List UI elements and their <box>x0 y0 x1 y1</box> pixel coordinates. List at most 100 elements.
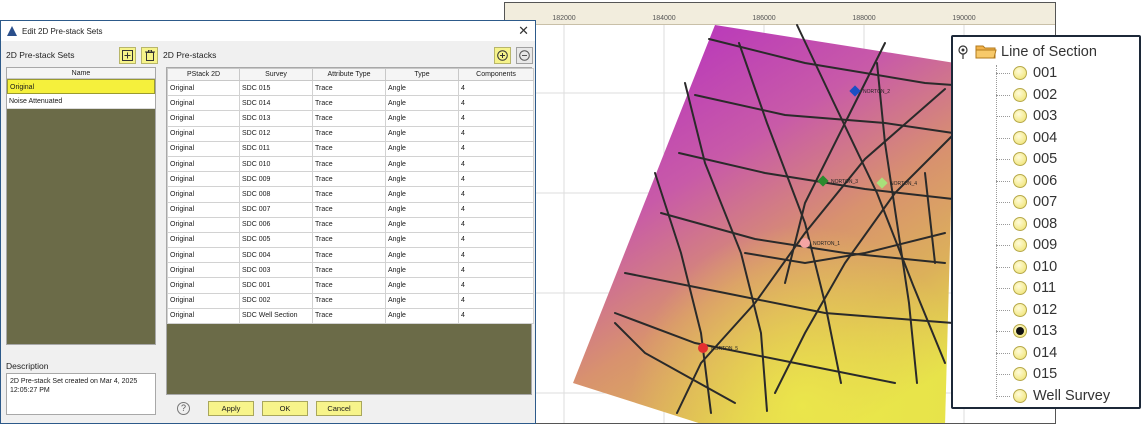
tree-item[interactable]: 006 <box>1013 171 1057 191</box>
table-cell[interactable]: Angle <box>385 155 459 173</box>
column-header[interactable]: Type <box>385 68 459 81</box>
table-cell[interactable]: Angle <box>385 125 459 142</box>
table-cell[interactable]: 4 <box>458 155 534 173</box>
table-cell[interactable]: 4 <box>458 140 534 157</box>
table-cell[interactable]: Original <box>167 216 240 233</box>
tree-item[interactable]: 005 <box>1013 149 1057 169</box>
table-cell[interactable]: Trace <box>312 262 386 279</box>
table-cell[interactable]: 4 <box>458 231 534 249</box>
add-set-button[interactable] <box>119 46 137 64</box>
table-cell[interactable]: SDC 014 <box>239 95 313 112</box>
table-cell[interactable]: Original <box>167 231 240 249</box>
table-cell[interactable]: Angle <box>385 231 459 249</box>
table-cell[interactable]: Trace <box>312 125 386 142</box>
table-row[interactable]: Original SDC 012 Trace Angle 4 <box>167 125 534 142</box>
radio-icon[interactable] <box>1013 195 1027 209</box>
table-cell[interactable]: SDC 015 <box>239 79 313 97</box>
table-cell[interactable]: Angle <box>385 140 459 157</box>
tree-item[interactable]: 013 <box>1013 321 1057 341</box>
table-cell[interactable]: Original <box>167 262 240 279</box>
tree-item[interactable]: 014 <box>1013 343 1057 363</box>
tree-item[interactable]: 015 <box>1013 364 1057 384</box>
tree-root[interactable]: Line of Section <box>957 43 1097 61</box>
table-row[interactable]: Original SDC 013 Trace Angle 4 <box>167 110 534 127</box>
table-cell[interactable]: Trace <box>312 247 386 264</box>
table-cell[interactable]: Original <box>167 307 240 325</box>
tree-item[interactable]: 010 <box>1013 257 1057 277</box>
table-cell[interactable]: Angle <box>385 95 459 112</box>
ok-button[interactable]: OK <box>262 401 308 416</box>
table-cell[interactable]: Original <box>167 292 240 309</box>
table-cell[interactable]: SDC 009 <box>239 171 313 188</box>
table-cell[interactable]: Angle <box>385 201 459 218</box>
table-cell[interactable]: SDC 012 <box>239 125 313 142</box>
add-prestack-button[interactable] <box>494 46 512 64</box>
table-cell[interactable]: SDC 006 <box>239 216 313 233</box>
table-cell[interactable]: 4 <box>458 216 534 233</box>
table-cell[interactable]: Trace <box>312 140 386 157</box>
table-cell[interactable]: Angle <box>385 186 459 203</box>
table-cell[interactable]: Trace <box>312 110 386 127</box>
column-header[interactable]: Survey <box>239 68 313 81</box>
table-row[interactable]: Original SDC 014 Trace Angle 4 <box>167 95 534 112</box>
table-cell[interactable]: Original <box>167 171 240 188</box>
table-row[interactable]: Original SDC 004 Trace Angle 4 <box>167 247 534 264</box>
table-row[interactable]: Original SDC Well Section Trace Angle 4 <box>167 307 534 325</box>
table-cell[interactable]: Angle <box>385 247 459 264</box>
table-cell[interactable]: 4 <box>458 277 534 294</box>
table-cell[interactable]: SDC Well Section <box>239 307 313 325</box>
table-cell[interactable]: SDC 013 <box>239 110 313 127</box>
radio-icon[interactable] <box>1013 109 1027 123</box>
table-cell[interactable]: 4 <box>458 201 534 218</box>
table-cell[interactable]: 4 <box>458 95 534 112</box>
table-cell[interactable]: SDC 001 <box>239 277 313 294</box>
column-header[interactable]: Attribute Type <box>312 68 386 81</box>
table-row[interactable]: Original SDC 015 Trace Angle 4 <box>167 79 534 97</box>
table-cell[interactable]: 4 <box>458 292 534 309</box>
table-cell[interactable]: Original <box>167 201 240 218</box>
table-cell[interactable]: Original <box>167 186 240 203</box>
table-cell[interactable]: 4 <box>458 79 534 97</box>
table-cell[interactable]: Original <box>167 95 240 112</box>
table-cell[interactable]: Original <box>167 110 240 127</box>
tree-item[interactable]: Well Survey <box>1013 386 1110 406</box>
table-cell[interactable]: Trace <box>312 292 386 309</box>
table-cell[interactable]: Angle <box>385 292 459 309</box>
table-row[interactable]: Original SDC 001 Trace Angle 4 <box>167 277 534 294</box>
table-cell[interactable]: 4 <box>458 125 534 142</box>
tree-item[interactable]: 008 <box>1013 214 1057 234</box>
table-cell[interactable]: Original <box>167 79 240 97</box>
close-icon[interactable]: ✕ <box>518 24 529 37</box>
table-cell[interactable]: Angle <box>385 79 459 97</box>
table-cell[interactable]: SDC 005 <box>239 231 313 249</box>
table-cell[interactable]: Trace <box>312 216 386 233</box>
tree-item[interactable]: 001 <box>1013 63 1057 83</box>
radio-icon[interactable] <box>1013 238 1027 252</box>
column-header[interactable]: Components <box>458 68 534 81</box>
table-cell[interactable]: 4 <box>458 171 534 188</box>
radio-icon[interactable] <box>1013 87 1027 102</box>
radio-icon[interactable] <box>1013 302 1027 317</box>
table-row[interactable]: Original SDC 009 Trace Angle 4 <box>167 171 534 188</box>
table-cell[interactable]: Trace <box>312 307 386 325</box>
tree-item[interactable]: 012 <box>1013 300 1057 320</box>
table-cell[interactable]: 4 <box>458 247 534 264</box>
table-row[interactable]: Original SDC 006 Trace Angle 4 <box>167 216 534 233</box>
table-cell[interactable]: Angle <box>385 307 459 325</box>
table-cell[interactable]: SDC 010 <box>239 155 313 173</box>
table-row[interactable]: Original SDC 007 Trace Angle 4 <box>167 201 534 218</box>
table-cell[interactable]: Original <box>167 155 240 173</box>
table-cell[interactable]: Trace <box>312 79 386 97</box>
table-cell[interactable]: Angle <box>385 171 459 188</box>
table-cell[interactable]: Trace <box>312 155 386 173</box>
table-cell[interactable]: Trace <box>312 231 386 249</box>
radio-icon[interactable] <box>1013 259 1027 274</box>
help-icon[interactable]: ? <box>177 402 190 415</box>
table-cell[interactable]: Trace <box>312 277 386 294</box>
radio-checked-icon[interactable] <box>1013 324 1027 338</box>
radio-icon[interactable] <box>1013 216 1027 231</box>
delete-set-button[interactable] <box>141 46 158 64</box>
apply-button[interactable]: Apply <box>208 401 254 416</box>
table-row[interactable]: Original SDC 002 Trace Angle 4 <box>167 292 534 309</box>
tree-item[interactable]: 009 <box>1013 235 1057 255</box>
